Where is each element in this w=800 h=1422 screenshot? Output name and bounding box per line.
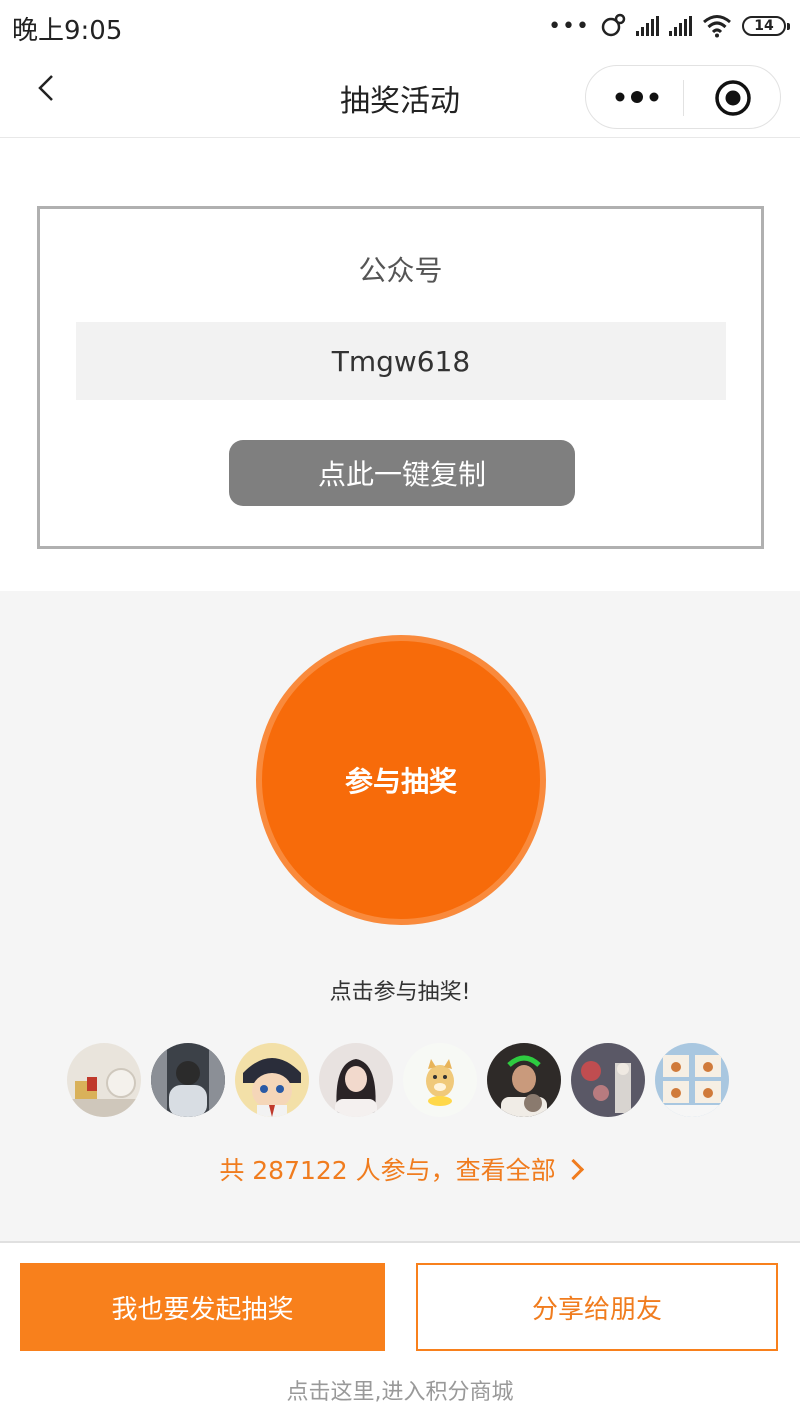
more-dots-icon: ••• xyxy=(548,13,590,39)
participant-avatar[interactable] xyxy=(67,1043,141,1117)
capsule-divider xyxy=(683,80,684,116)
account-value: Tmgw618 xyxy=(76,322,726,400)
bottom-divider xyxy=(0,1241,800,1243)
account-label: 公众号 xyxy=(358,254,443,287)
lottery-section: 参与抽奖 点击参与抽奖! 共 287122 人参与，查看全部 xyxy=(0,591,800,1241)
copy-button[interactable]: 点此一键复制 xyxy=(229,440,575,506)
signal-icon-2 xyxy=(669,16,692,36)
participant-avatar[interactable] xyxy=(319,1043,393,1117)
share-to-friends-button[interactable]: 分享给朋友 xyxy=(416,1263,778,1351)
join-hint: 点击参与抽奖! xyxy=(329,980,471,1005)
close-miniprogram-icon[interactable] xyxy=(714,79,752,117)
signal-icon-1 xyxy=(636,16,659,36)
participant-avatar[interactable] xyxy=(235,1043,309,1117)
sync-icon xyxy=(601,13,626,37)
join-lottery-button[interactable]: 参与抽奖 xyxy=(256,635,546,925)
participant-avatar[interactable] xyxy=(571,1043,645,1117)
points-mall-link[interactable]: 点击这里,进入积分商城 xyxy=(0,1374,800,1406)
nav-bar: 抽奖活动 xyxy=(0,52,800,138)
status-bar: 晚上9:05 ••• 14 xyxy=(0,0,800,52)
participant-avatar[interactable] xyxy=(151,1043,225,1117)
status-icons: ••• 14 xyxy=(548,12,790,40)
participant-avatars[interactable] xyxy=(67,1043,729,1117)
status-time: 晚上9:05 xyxy=(12,16,123,46)
more-options-icon[interactable] xyxy=(612,84,662,110)
participant-avatar[interactable] xyxy=(487,1043,561,1117)
wifi-icon xyxy=(703,15,731,38)
start-lottery-button[interactable]: 我也要发起抽奖 xyxy=(20,1263,385,1351)
miniprogram-capsule xyxy=(585,65,781,129)
participants-count-text: 共 287122 人参与，查看全部 xyxy=(219,1156,556,1185)
chevron-right-icon xyxy=(562,1158,584,1181)
battery-level: 14 xyxy=(754,18,774,34)
account-card: 公众号 Tmgw618 点此一键复制 xyxy=(37,206,764,549)
participant-avatar[interactable] xyxy=(403,1043,477,1117)
battery-icon: 14 xyxy=(742,16,790,36)
participant-avatar[interactable] xyxy=(655,1043,729,1117)
view-all-participants-link[interactable]: 共 287122 人参与，查看全部 xyxy=(0,1151,800,1187)
